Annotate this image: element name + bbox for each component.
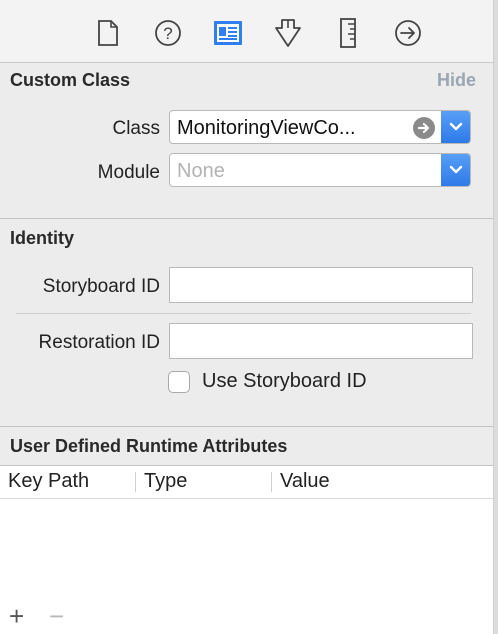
class-value[interactable]: MonitoringViewCo... (177, 117, 356, 140)
svg-text:?: ? (163, 24, 172, 43)
field-divider (16, 313, 471, 314)
column-header-value[interactable]: Value (280, 470, 330, 493)
class-combobox[interactable]: MonitoringViewCo... (169, 110, 471, 144)
section-divider (0, 218, 493, 219)
hide-button[interactable]: Hide (437, 70, 476, 91)
panel-edge (493, 0, 498, 634)
column-separator[interactable] (271, 472, 272, 492)
column-separator[interactable] (135, 472, 136, 492)
use-storyboard-id-checkbox[interactable] (168, 371, 190, 393)
inspector-toolbar: ? (0, 0, 493, 63)
size-inspector-icon[interactable] (331, 16, 365, 50)
add-attribute-button[interactable]: + (9, 603, 24, 629)
attributes-inspector-icon[interactable] (271, 16, 305, 50)
identity-title: Identity (10, 228, 75, 248)
module-dropdown-chevron-down-icon[interactable] (441, 154, 470, 186)
remove-attribute-button[interactable]: − (49, 603, 64, 629)
section-divider (0, 426, 493, 427)
runtime-attributes-table[interactable]: Key Path Type Value (0, 465, 493, 596)
table-bottom-bar (0, 595, 493, 634)
runtime-attributes-title: User Defined Runtime Attributes (10, 436, 288, 456)
module-label: Module (97, 162, 160, 183)
restoration-id-field[interactable] (169, 323, 473, 359)
file-inspector-icon[interactable] (91, 16, 125, 50)
identity-inspector-panel: ? Custom Class Hide Class MonitoringView… (0, 0, 498, 634)
custom-class-title: Custom Class (10, 70, 131, 90)
class-label: Class (112, 118, 160, 139)
column-header-key-path[interactable]: Key Path (8, 470, 89, 493)
quick-help-icon[interactable]: ? (151, 16, 185, 50)
module-value[interactable]: None (177, 160, 225, 183)
restoration-id-label: Restoration ID (38, 332, 160, 353)
module-combobox[interactable]: None (169, 153, 471, 187)
column-header-type[interactable]: Type (144, 470, 187, 493)
use-storyboard-id-label[interactable]: Use Storyboard ID (202, 370, 367, 393)
class-dropdown-chevron-down-icon[interactable] (441, 111, 470, 143)
storyboard-id-label: Storyboard ID (42, 276, 160, 297)
identity-inspector-icon[interactable] (211, 16, 245, 50)
table-header: Key Path Type Value (0, 466, 493, 499)
storyboard-id-field[interactable] (169, 267, 473, 303)
connections-inspector-icon[interactable] (391, 16, 425, 50)
navigate-arrow-icon[interactable] (413, 117, 435, 139)
